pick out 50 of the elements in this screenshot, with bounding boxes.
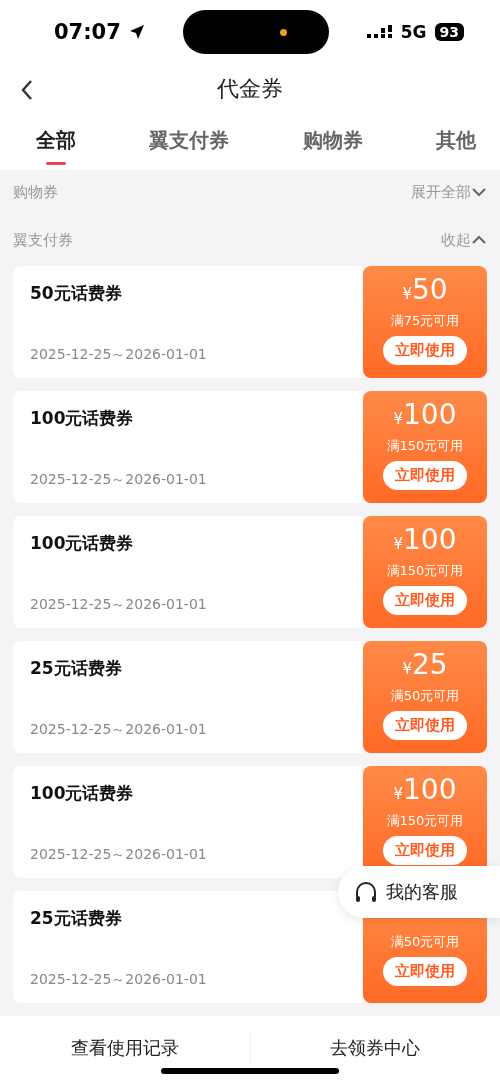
- chevron-down-icon: [471, 187, 487, 197]
- coupon-amount: ¥100: [393, 774, 457, 808]
- coupon-condition: 满50元可用: [390, 933, 460, 951]
- tab[interactable]: 其他: [436, 114, 476, 170]
- page-title: 代金券: [217, 75, 283, 103]
- coupon-condition: 满75元可用: [390, 312, 460, 330]
- tab[interactable]: 购物券: [302, 114, 363, 170]
- coupon-validity: 2025-12-25～2026-01-01: [30, 846, 207, 864]
- section-title: 购物券: [13, 182, 58, 202]
- tab[interactable]: 全部: [36, 114, 76, 170]
- coupon-name: 100元话费券: [30, 407, 134, 430]
- signal-icon: [366, 25, 393, 39]
- coupon-condition: 满150元可用: [386, 562, 464, 580]
- coupon-name: 100元话费券: [30, 532, 134, 555]
- bottom-link[interactable]: 去领券中心: [250, 1032, 500, 1064]
- use-now-button[interactable]: 立即使用: [383, 336, 467, 365]
- chevron-up-icon: [471, 235, 487, 245]
- bottom-link[interactable]: 查看使用记录: [0, 1032, 250, 1064]
- coupon-name: 25元话费券: [30, 907, 122, 930]
- coupon-amount: ¥100: [393, 399, 457, 433]
- coupon-name: 100元话费券: [30, 782, 134, 805]
- use-now-button[interactable]: 立即使用: [383, 711, 467, 740]
- coupon-name: 50元话费券: [30, 282, 122, 305]
- network-label: 5G: [400, 22, 427, 42]
- customer-service-button[interactable]: 我的客服: [338, 866, 500, 918]
- status-time: 07:07: [54, 20, 121, 44]
- coupon-condition: 满150元可用: [386, 437, 464, 455]
- coupon-amount: ¥25: [402, 649, 448, 683]
- use-now-button[interactable]: 立即使用: [383, 461, 467, 490]
- coupon-validity: 2025-12-25～2026-01-01: [30, 471, 207, 489]
- coupon-condition: 满150元可用: [386, 812, 464, 830]
- location-arrow-icon: [128, 24, 145, 40]
- section-toggle[interactable]: 展开全部: [411, 182, 487, 202]
- coupon-condition: 满50元可用: [390, 687, 460, 705]
- tab[interactable]: 翼支付券: [149, 114, 230, 170]
- coupon-validity: 2025-12-25～2026-01-01: [30, 971, 207, 989]
- coupon-validity: 2025-12-25～2026-01-01: [30, 346, 207, 364]
- back-icon[interactable]: [20, 79, 34, 101]
- use-now-button[interactable]: 立即使用: [383, 586, 467, 615]
- coupon-validity: 2025-12-25～2026-01-01: [30, 596, 207, 614]
- headset-icon: [354, 880, 378, 904]
- use-now-button[interactable]: 立即使用: [383, 836, 467, 865]
- battery-level: 93: [434, 23, 464, 41]
- section-toggle[interactable]: 收起: [441, 230, 487, 250]
- coupon-amount: ¥50: [402, 274, 448, 308]
- coupon-validity: 2025-12-25～2026-01-01: [30, 721, 207, 739]
- coupon-amount: ¥100: [393, 524, 457, 558]
- coupon-name: 25元话费券: [30, 657, 122, 680]
- section-title: 翼支付券: [13, 230, 73, 250]
- use-now-button[interactable]: 立即使用: [383, 957, 467, 986]
